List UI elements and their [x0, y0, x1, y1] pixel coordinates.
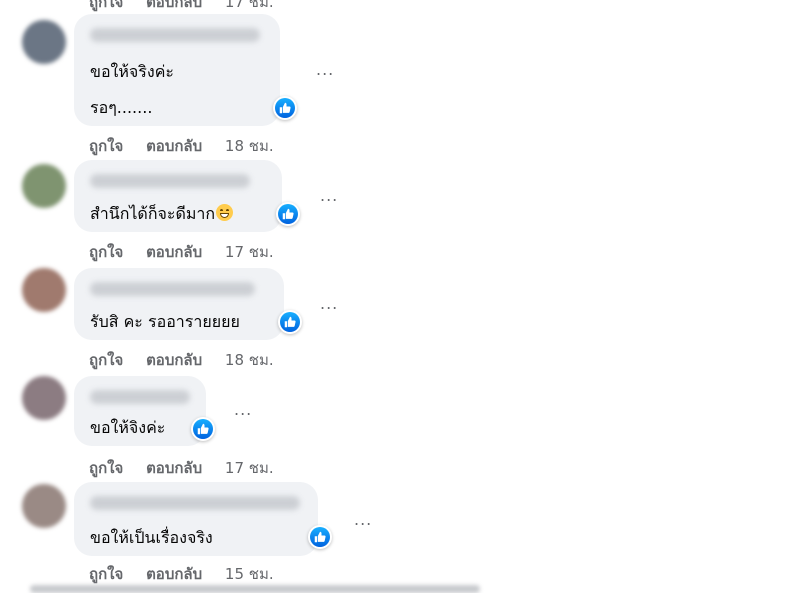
like-reaction-badge[interactable]	[191, 417, 215, 441]
comment-actions: ถูกใจ ตอบกลับ 17 ชม.	[89, 240, 274, 264]
avatar[interactable]	[22, 20, 66, 64]
like-link[interactable]: ถูกใจ	[89, 0, 123, 11]
comment-text: รับสิ คะ รออารายยยย	[90, 312, 240, 331]
thumbs-up-icon	[282, 208, 294, 220]
comment-bubble: สำนึกได้ก็จะดีมาก	[74, 160, 282, 232]
reply-link[interactable]: ตอบกลับ	[146, 565, 202, 583]
comment-text: ขอให้จริงค่ะ	[90, 62, 174, 81]
like-link[interactable]: ถูกใจ	[89, 565, 123, 583]
comment-bubble: ขอให้จริงค่ะ รอๆ.......	[74, 14, 280, 126]
comment-bubble: รับสิ คะ รออารายยยย	[74, 268, 284, 340]
reply-link[interactable]: ตอบกลับ	[146, 459, 202, 477]
like-reaction-badge[interactable]	[276, 202, 300, 226]
comment-actions: ถูกใจ ตอบกลับ 18 ชม.	[89, 134, 274, 158]
more-options-icon[interactable]: ...	[354, 510, 372, 529]
comment-text: ขอให้เป็นเรื่องจริง	[90, 528, 213, 547]
cut-off-content	[30, 585, 480, 593]
comment-actions: ถูกใจ ตอบกลับ 17 ชม.	[89, 0, 274, 14]
comment-actions: ถูกใจ ตอบกลับ 18 ชม.	[89, 348, 274, 372]
timestamp[interactable]: 18 ชม.	[225, 351, 274, 369]
timestamp[interactable]: 17 ชม.	[225, 459, 274, 477]
comment-bubble: ขอให้เป็นเรื่องจริง	[74, 482, 318, 556]
author-name[interactable]	[90, 174, 250, 188]
timestamp[interactable]: 17 ชม.	[225, 243, 274, 261]
author-name[interactable]	[90, 282, 255, 296]
like-link[interactable]: ถูกใจ	[89, 137, 123, 155]
like-link[interactable]: ถูกใจ	[89, 243, 123, 261]
thumbs-up-icon	[197, 423, 209, 435]
comment-text: ขอให้จิงค่ะ	[90, 418, 166, 437]
like-link[interactable]: ถูกใจ	[89, 351, 123, 369]
more-options-icon[interactable]: ...	[320, 186, 338, 205]
more-options-icon[interactable]: ...	[320, 294, 338, 313]
comment-text: สำนึกได้ก็จะดีมาก	[90, 202, 234, 227]
grinning-face-emoji	[216, 204, 234, 221]
reply-link[interactable]: ตอบกลับ	[146, 137, 202, 155]
timestamp[interactable]: 15 ชม.	[225, 565, 274, 583]
like-link[interactable]: ถูกใจ	[89, 459, 123, 477]
thumbs-up-icon	[279, 102, 291, 114]
like-reaction-badge[interactable]	[278, 310, 302, 334]
more-options-icon[interactable]: ...	[234, 400, 252, 419]
avatar[interactable]	[22, 376, 66, 420]
avatar[interactable]	[22, 268, 66, 312]
author-name[interactable]	[90, 496, 300, 510]
timestamp[interactable]: 18 ชม.	[225, 137, 274, 155]
reply-link[interactable]: ตอบกลับ	[146, 351, 202, 369]
reply-link[interactable]: ตอบกลับ	[146, 0, 202, 11]
comment-text: รอๆ.......	[90, 98, 153, 117]
comment-bubble: ขอให้จิงค่ะ	[74, 376, 206, 446]
thumbs-up-icon	[314, 531, 326, 543]
like-reaction-badge[interactable]	[273, 96, 297, 120]
timestamp[interactable]: 17 ชม.	[225, 0, 274, 11]
comment-actions: ถูกใจ ตอบกลับ 17 ชม.	[89, 456, 274, 480]
author-name[interactable]	[90, 28, 260, 42]
author-name[interactable]	[90, 390, 190, 404]
avatar[interactable]	[22, 164, 66, 208]
reply-link[interactable]: ตอบกลับ	[146, 243, 202, 261]
avatar[interactable]	[22, 484, 66, 528]
comment-actions: ถูกใจ ตอบกลับ 15 ชม.	[89, 562, 274, 586]
more-options-icon[interactable]: ...	[316, 60, 334, 79]
thumbs-up-icon	[284, 316, 296, 328]
like-reaction-badge[interactable]	[308, 525, 332, 549]
